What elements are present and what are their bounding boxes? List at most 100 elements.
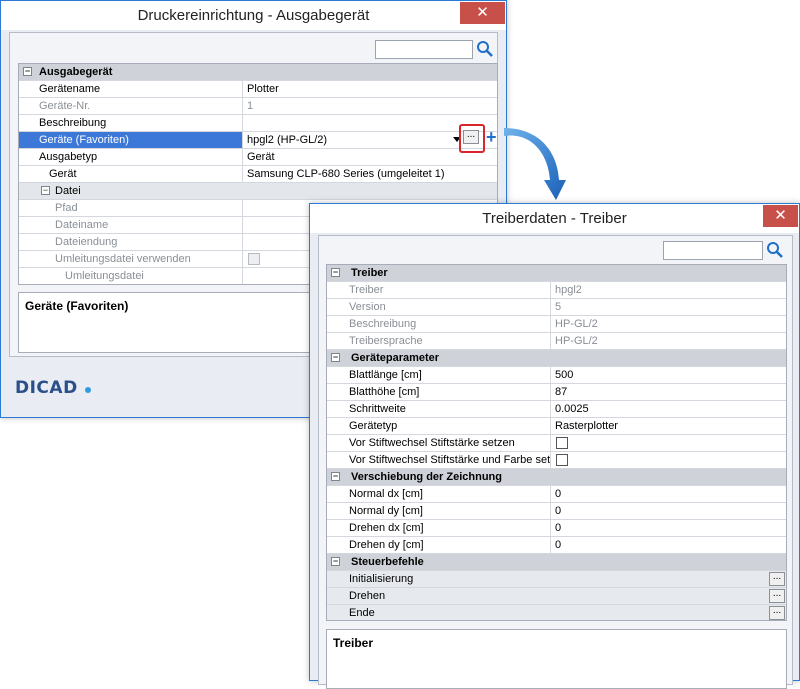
property-label: Geräte-Nr. xyxy=(19,98,243,114)
property-value[interactable]: Plotter xyxy=(243,81,497,97)
property-value[interactable]: 0 xyxy=(551,537,786,553)
property-row-selected[interactable]: Geräte (Favoriten) hpgl2 (HP-GL/2) xyxy=(19,132,497,149)
close-button[interactable]: ✕ xyxy=(763,205,798,227)
property-row[interactable]: Normal dy [cm] 0 xyxy=(327,503,786,520)
property-row[interactable]: Vor Stiftwechsel Stiftstärke setzen xyxy=(327,435,786,452)
property-row[interactable]: Drehen dy [cm] 0 xyxy=(327,537,786,554)
property-row[interactable]: Ausgabetyp Gerät xyxy=(19,149,497,166)
category-steuerbefehle[interactable]: − Steuerbefehle xyxy=(327,554,786,571)
command-row[interactable]: Ende ... xyxy=(327,605,786,620)
property-row[interactable]: Gerätename Plotter xyxy=(19,81,497,98)
property-row[interactable]: Version 5 xyxy=(327,299,786,316)
property-label: Treiber xyxy=(327,282,551,298)
property-row[interactable]: Beschreibung HP-GL/2 xyxy=(327,316,786,333)
category-datei[interactable]: − Datei xyxy=(19,183,497,200)
command-row[interactable]: Drehen ... xyxy=(327,588,786,605)
property-row[interactable]: Blatthöhe [cm] 87 xyxy=(327,384,786,401)
property-label: Normal dx [cm] xyxy=(327,486,551,502)
logo-dot xyxy=(85,387,92,393)
property-row[interactable]: Blattlänge [cm] 500 xyxy=(327,367,786,384)
pen-width-checkbox[interactable] xyxy=(556,437,568,449)
property-row[interactable]: Vor Stiftwechsel Stiftstärke und Farbe s… xyxy=(327,452,786,469)
property-value: 5 xyxy=(555,301,562,313)
property-value[interactable]: Samsung CLP-680 Series (umgeleitet 1) xyxy=(243,166,497,182)
property-value[interactable]: Rasterplotter xyxy=(551,418,786,434)
property-label: Dateiname xyxy=(19,217,243,233)
property-label: Umleitungsdatei xyxy=(19,268,243,284)
search-input[interactable] xyxy=(663,241,763,260)
edit-command-button[interactable]: ... xyxy=(769,606,785,620)
category-label: Steuerbefehle xyxy=(351,556,424,568)
browse-button[interactable]: ... xyxy=(463,130,479,144)
property-value[interactable]: 0.0025 xyxy=(551,401,786,417)
property-label: Ausgabetyp xyxy=(19,149,243,165)
property-value[interactable]: 87 xyxy=(551,384,786,400)
property-value: HP-GL/2 xyxy=(555,335,598,347)
property-row[interactable]: Gerätetyp Rasterplotter xyxy=(327,418,786,435)
window-title-text: Treiberdaten - Treiber xyxy=(482,210,627,227)
search-input[interactable] xyxy=(375,40,473,59)
category-geraeteparameter[interactable]: − Geräteparameter xyxy=(327,350,786,367)
window-title-text: Druckereinrichtung - Ausgabegerät xyxy=(137,7,370,24)
category-verschiebung[interactable]: − Verschiebung der Zeichnung xyxy=(327,469,786,486)
edit-command-button[interactable]: ... xyxy=(769,572,785,586)
property-label: Gerätename xyxy=(19,81,243,97)
search-icon[interactable] xyxy=(766,241,784,259)
command-label: Drehen xyxy=(349,590,386,602)
edit-command-button[interactable]: ... xyxy=(769,589,785,603)
property-value[interactable]: 0 xyxy=(551,520,786,536)
property-value: 1 xyxy=(247,100,254,112)
close-button[interactable]: ✕ xyxy=(460,2,505,24)
command-row[interactable]: Initialisierung ... xyxy=(327,571,786,588)
property-row[interactable]: Gerät Samsung CLP-680 Series (umgeleitet… xyxy=(19,166,497,183)
property-value[interactable]: 0 xyxy=(551,486,786,502)
pen-width-color-checkbox[interactable] xyxy=(556,454,568,466)
property-row[interactable]: Drehen dx [cm] 0 xyxy=(327,520,786,537)
property-label: Blatthöhe [cm] xyxy=(327,384,551,400)
category-label: Ausgabegerät xyxy=(39,66,113,78)
window-title: Treiberdaten - Treiber ✕ xyxy=(310,204,799,233)
property-row[interactable]: Schrittweite 0.0025 xyxy=(327,401,786,418)
category-label: Geräteparameter xyxy=(351,352,440,364)
property-label: Blattlänge [cm] xyxy=(327,367,551,383)
search-icon[interactable] xyxy=(476,40,494,58)
category-label: Datei xyxy=(55,185,81,197)
add-favorite-button[interactable]: + xyxy=(486,128,497,146)
property-label: Pfad xyxy=(19,200,243,216)
command-label: Initialisierung xyxy=(349,573,414,585)
property-label: Beschreibung xyxy=(19,115,243,131)
command-label: Ende xyxy=(349,607,375,619)
property-value: hpgl2 xyxy=(555,284,582,296)
arrow-icon xyxy=(504,128,566,200)
property-label: Vor Stiftwechsel Stiftstärke und Farbe s… xyxy=(327,452,551,468)
property-value[interactable]: 0 xyxy=(551,503,786,519)
description-panel: Treiber xyxy=(326,629,787,689)
property-row[interactable]: Treibersprache HP-GL/2 xyxy=(327,333,786,350)
property-label: Vor Stiftwechsel Stiftstärke setzen xyxy=(327,435,551,451)
description-title: Treiber xyxy=(333,636,374,650)
property-label: Normal dy [cm] xyxy=(327,503,551,519)
property-row[interactable]: Beschreibung xyxy=(19,115,497,132)
property-row[interactable]: Geräte-Nr. 1 xyxy=(19,98,497,115)
window-title: Druckereinrichtung - Ausgabegerät ✕ xyxy=(1,1,506,30)
category-ausgabegeraet[interactable]: − Ausgabegerät xyxy=(19,64,497,81)
description-title: Geräte (Favoriten) xyxy=(25,299,129,313)
property-label: Dateiendung xyxy=(19,234,243,250)
property-value: HP-GL/2 xyxy=(555,318,598,330)
property-label: Gerätetyp xyxy=(327,418,551,434)
logo-text: DICAD xyxy=(15,378,78,398)
property-label: Drehen dx [cm] xyxy=(327,520,551,536)
property-label: Treibersprache xyxy=(327,333,551,349)
property-label: Geräte (Favoriten) xyxy=(19,132,243,148)
property-value[interactable]: 500 xyxy=(551,367,786,383)
property-label: Umleitungsdatei verwenden xyxy=(19,251,243,267)
property-row[interactable]: Treiber hpgl2 xyxy=(327,282,786,299)
dicad-logo: DICAD xyxy=(15,378,92,398)
property-label: Drehen dy [cm] xyxy=(327,537,551,553)
category-label: Verschiebung der Zeichnung xyxy=(351,471,502,483)
property-row[interactable]: Normal dx [cm] 0 xyxy=(327,486,786,503)
category-treiber[interactable]: − Treiber xyxy=(327,265,786,282)
driver-data-window: Treiberdaten - Treiber ✕ − Treiber Treib… xyxy=(309,203,800,689)
property-label: Schrittweite xyxy=(327,401,551,417)
property-label: Beschreibung xyxy=(327,316,551,332)
